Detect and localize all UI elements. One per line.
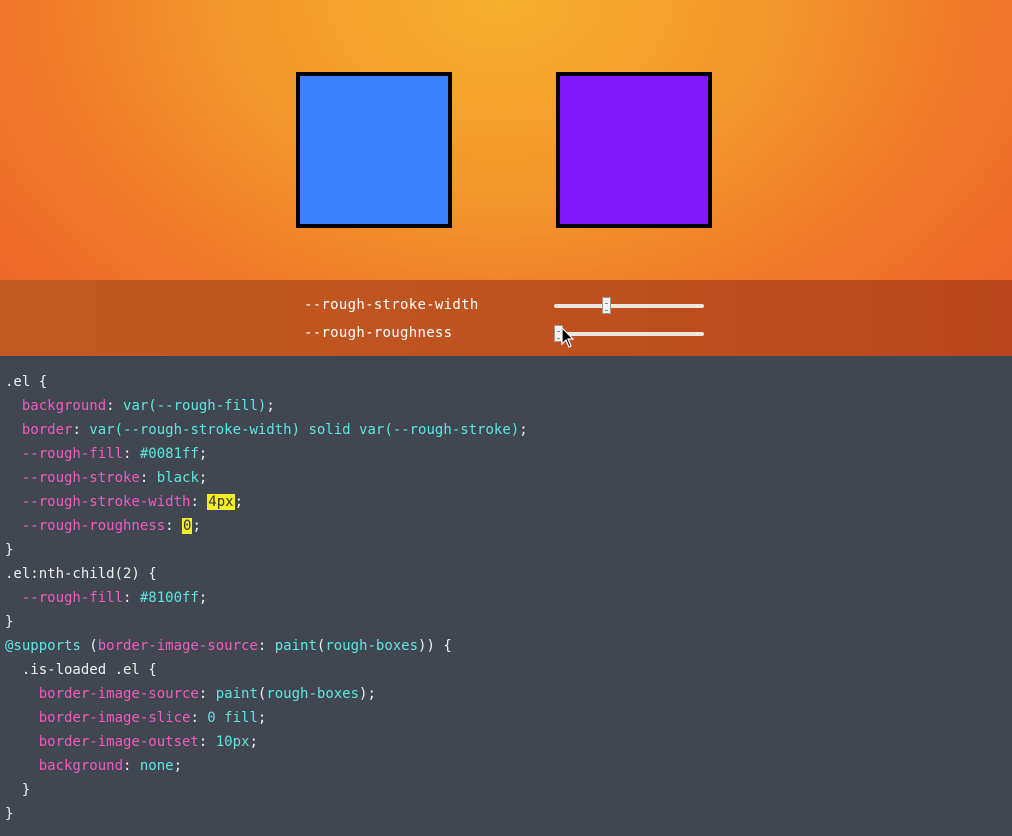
code-line: .el { [5, 374, 48, 390]
mouse-pointer-icon [561, 327, 575, 348]
stroke-width-slider[interactable] [554, 297, 704, 314]
code-line: --rough-stroke: black; [21, 470, 208, 486]
code-line: @supports (border-image-source: paint(ro… [5, 638, 452, 654]
code-line: --rough-roughness: 0; [21, 518, 201, 534]
code-line: --rough-stroke-width: 4px; [21, 494, 244, 510]
stroke-width-slider-thumb[interactable] [601, 297, 611, 314]
code-line: } [5, 782, 31, 798]
stroke-width-label: --rough-stroke-width [304, 297, 479, 313]
code-line: --rough-fill: #8100ff; [21, 590, 208, 606]
code-line: background: var(--rough-fill); [21, 398, 275, 414]
box-purple [556, 72, 712, 228]
code-line: } [5, 614, 14, 630]
code-line: border-image-slice: 0 fill; [38, 710, 267, 726]
roughness-label: --rough-roughness [304, 325, 453, 341]
box-blue [296, 72, 452, 228]
stroke-width-value-highlight: 4px [207, 494, 235, 510]
code-line: border-image-outset: 10px; [38, 734, 258, 750]
code-line: } [5, 806, 14, 822]
code-line: border: var(--rough-stroke-width) solid … [21, 422, 528, 438]
code-line: .el:nth-child(2) { [5, 566, 157, 582]
code-line: --rough-fill: #0081ff; [21, 446, 208, 462]
roughness-value-highlight: 0 [182, 518, 193, 534]
code-line: background: none; [38, 758, 183, 774]
controls-panel: --rough-stroke-width --rough-roughness [0, 280, 1012, 356]
code-line: } [5, 542, 14, 558]
roughness-slider[interactable] [554, 325, 704, 342]
code-line: .is-loaded .el { [5, 662, 157, 678]
code-line: border-image-source: paint(rough-boxes); [38, 686, 376, 702]
css-code-block: .el { background: var(--rough-fill); bor… [0, 356, 1012, 836]
preview-stage [0, 0, 1012, 280]
